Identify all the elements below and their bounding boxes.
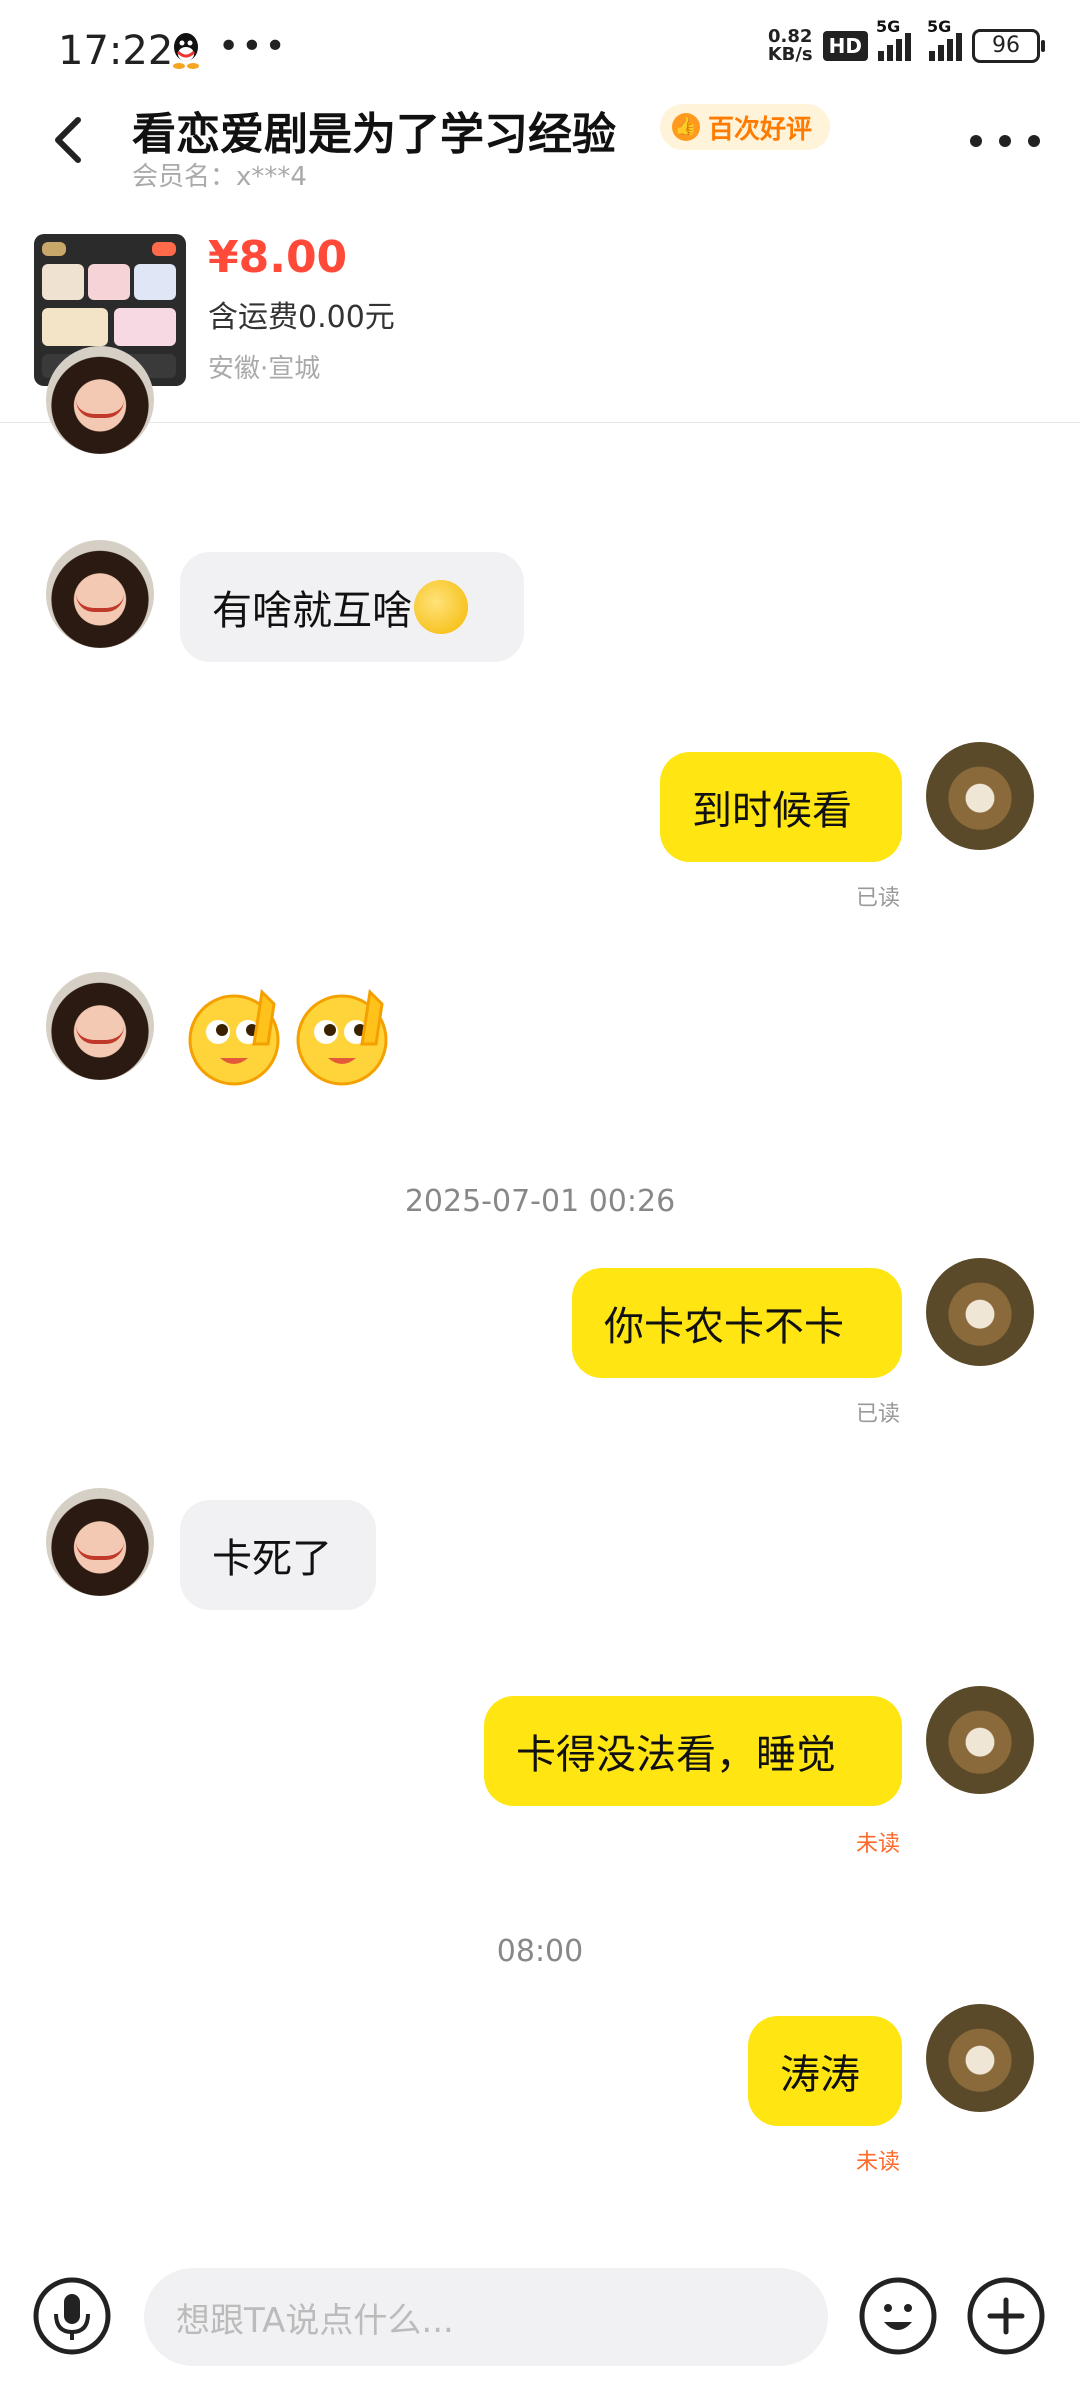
timestamp: 2025-07-01 00:26	[404, 1184, 676, 1219]
input-bar: 想跟TA说点什么...	[0, 2240, 1080, 2400]
peek-emoji-icon	[414, 580, 468, 634]
message-bubble[interactable]: 卡得没法看，睡觉	[484, 1696, 902, 1806]
product-price: ¥8.00	[208, 232, 348, 283]
read-status: 已读	[856, 886, 901, 911]
avatar[interactable]	[46, 540, 154, 648]
avatar[interactable]	[926, 2004, 1034, 2112]
hd-icon: HD	[822, 31, 868, 61]
message-bubble[interactable]: 有啥就互啥	[180, 552, 524, 662]
product-card[interactable]: ¥8.00 含运费0.00元 安徽·宣城	[0, 210, 1080, 423]
message-bubble[interactable]: 卡死了	[180, 1500, 376, 1610]
message-bubble[interactable]: 你卡农卡不卡	[572, 1268, 902, 1378]
signal-icon: 5G	[876, 17, 911, 61]
message-bubble[interactable]: 到时候看	[660, 752, 902, 862]
qq-icon	[173, 33, 199, 69]
thumbs-up-icon: 👍	[672, 113, 700, 141]
back-icon[interactable]	[40, 110, 100, 170]
emoji-icon[interactable]	[858, 2276, 938, 2356]
avatar[interactable]	[926, 1258, 1034, 1366]
product-location: 安徽·宣城	[208, 354, 321, 384]
avatar[interactable]	[46, 346, 154, 454]
battery-icon: 96	[972, 29, 1045, 63]
peek-emoji-icon	[296, 988, 388, 1086]
timestamp: 08:00	[496, 1934, 584, 1969]
more-notifications-icon: •••	[218, 26, 288, 67]
member-name: 会员名：x***4	[132, 162, 307, 192]
avatar[interactable]	[926, 1686, 1034, 1794]
network-speed: 0.82 KB/s	[767, 26, 813, 65]
more-options-icon[interactable]	[970, 126, 1040, 156]
shipping-fee: 含运费0.00元	[208, 300, 395, 335]
avatar[interactable]	[46, 1488, 154, 1596]
message-bubble[interactable]: 涛涛	[748, 2016, 902, 2126]
microphone-icon[interactable]	[32, 2276, 112, 2356]
rating-badge: 👍 百次好评	[660, 104, 831, 150]
unread-status: 未读	[856, 1832, 901, 1857]
message-input[interactable]: 想跟TA说点什么...	[144, 2268, 828, 2366]
status-time: 17:22	[58, 28, 174, 74]
unread-status: 未读	[856, 2150, 901, 2175]
avatar[interactable]	[926, 742, 1034, 850]
peek-emoji-icon	[188, 988, 280, 1086]
read-status: 已读	[856, 1402, 901, 1427]
avatar[interactable]	[46, 972, 154, 1080]
status-bar: 17:22 ••• 0.82 KB/s HD 5G 5G 96	[0, 0, 1080, 100]
chat-header: 看恋爱剧是为了学习经验 👍 百次好评 会员名：x***4	[0, 90, 1080, 192]
add-icon[interactable]	[966, 2276, 1046, 2356]
signal-icon: 5G	[927, 17, 962, 61]
chat-title: 看恋爱剧是为了学习经验	[132, 109, 616, 160]
